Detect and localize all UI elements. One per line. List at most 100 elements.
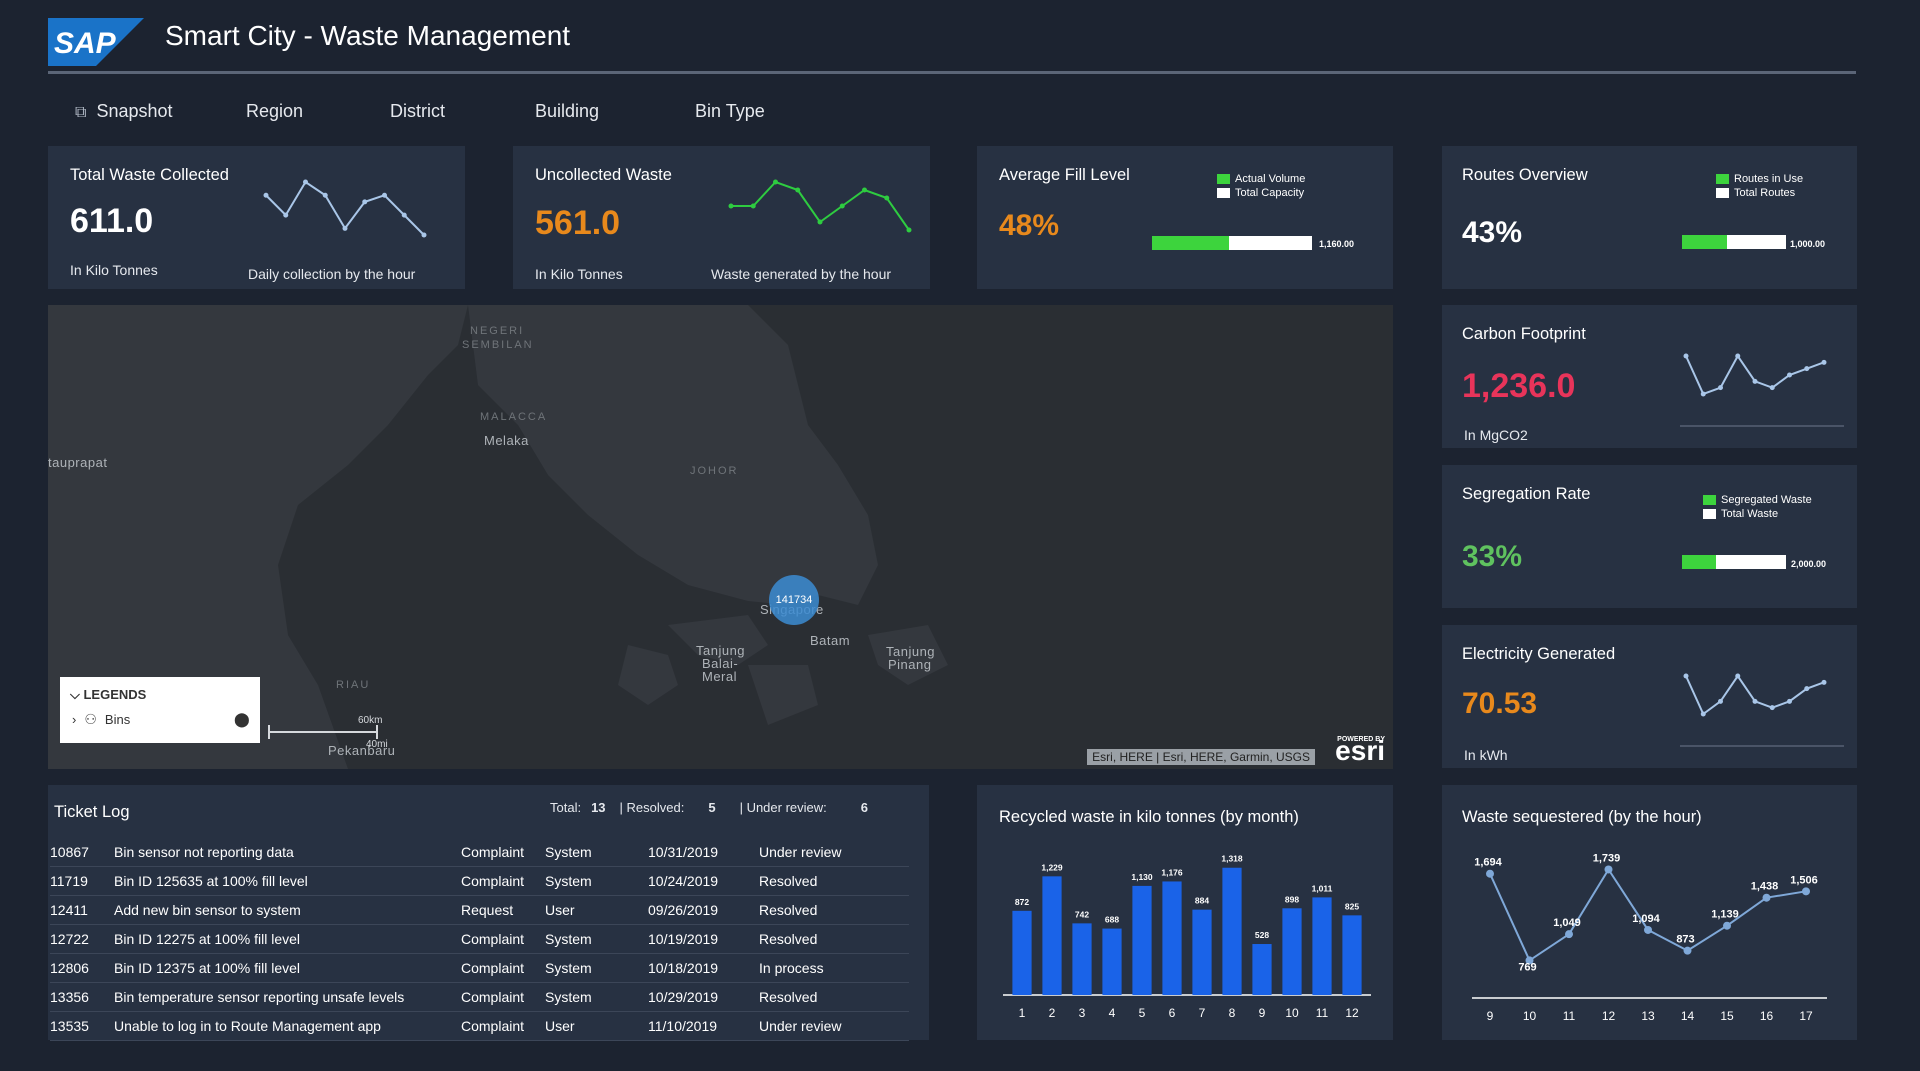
data-point[interactable] [1762, 893, 1771, 902]
segregation-rate-tile[interactable]: Segregation Rate 33% Segregated Waste To… [1442, 465, 1857, 608]
bar[interactable] [1192, 909, 1212, 995]
map-view[interactable]: NEGERI SEMBILAN MALACCA Melaka tauprapat… [48, 305, 1393, 769]
data-point[interactable] [1644, 925, 1652, 934]
header-divider [48, 71, 1856, 74]
bar[interactable] [1102, 928, 1122, 995]
sparkline-point [1804, 366, 1810, 372]
x-tick-label: 17 [1799, 1009, 1813, 1023]
ticket-description: Bin temperature sensor reporting unsafe … [114, 982, 461, 1012]
chevron-down-icon: ⌵ [70, 687, 80, 702]
table-row[interactable]: 11719 Bin ID 125635 at 100% fill level Com… [50, 866, 909, 896]
electricity-unit: In kWh [1464, 747, 1508, 763]
bar[interactable] [1282, 908, 1302, 995]
ticket-type: Complaint [461, 838, 545, 867]
ticket-type: Complaint [461, 866, 545, 896]
legend-header[interactable]: ⌵ LEGENDS [70, 687, 146, 703]
routes-max: 1,000.00 [1790, 239, 1826, 249]
data-point[interactable] [1723, 921, 1731, 930]
sparkline-point [1718, 385, 1723, 391]
map-attribution[interactable]: Esri, HERE | Esri, HERE, Garmin, USGS [1087, 749, 1315, 765]
bar-value-label: 825 [1345, 901, 1359, 911]
bins-symbol-icon: ⬤ [234, 711, 250, 727]
ticket-description: Add new bin sensor to system [114, 895, 461, 925]
electricity-baseline [1680, 745, 1844, 747]
fill-level-tile[interactable]: Average Fill Level 48% Actual Volume Tot… [977, 146, 1393, 289]
recycled-waste-chart-panel: Recycled waste in kilo tonnes (by month)… [977, 785, 1393, 1040]
map-label: Melaka [484, 433, 529, 448]
electricity-generated-tile[interactable]: Electricity Generated 70.53 In kWh [1442, 625, 1857, 768]
tab-bin-type[interactable]: Bin Type [695, 101, 765, 122]
tile-title: Total Waste Collected [70, 166, 229, 184]
ticket-summary: Total: 13 | Resolved: 5 | Under review: … [550, 800, 868, 815]
total-waste-tile[interactable]: Total Waste Collected 611.0 In Kilo Tonn… [48, 146, 465, 289]
data-point[interactable] [1565, 930, 1573, 939]
tab-building[interactable]: Building [535, 101, 599, 122]
sparkline-point [773, 179, 778, 185]
uncollected-waste-tile[interactable]: Uncollected Waste 561.0 In Kilo Tonnes W… [513, 146, 930, 289]
x-tick-label: 15 [1720, 1009, 1734, 1023]
total-waste-value: 611.0 [70, 202, 154, 240]
data-point[interactable] [1486, 869, 1494, 878]
sparkline-point [1769, 705, 1775, 711]
tile-title: Uncollected Waste [535, 166, 672, 184]
bar[interactable] [1072, 923, 1092, 995]
map-label: Meral [702, 669, 738, 684]
bar[interactable] [1222, 867, 1242, 995]
table-row[interactable]: 13535 Unable to log in to Route Managemen… [50, 1011, 909, 1041]
table-row[interactable]: 10867 Bin sensor not reporting data Compla… [50, 838, 909, 867]
map-label: MALACCA [480, 411, 548, 423]
data-point[interactable] [1802, 887, 1810, 896]
recycled-bar-chart[interactable]: 87211,2292742368841,13051,176688471,3188… [977, 845, 1393, 1035]
legend-item-label: Bins [104, 712, 131, 727]
data-point[interactable] [1604, 865, 1613, 874]
tab-district[interactable]: District [390, 101, 445, 122]
legend-swatch-actual [1217, 174, 1230, 184]
tab-label: District [390, 101, 445, 121]
tile-title: Average Fill Level [999, 166, 1130, 184]
sparkline-point [382, 192, 387, 198]
x-tick-label: 12 [1602, 1009, 1616, 1023]
table-row[interactable]: 12411 Add new bin sensor to system Request… [50, 895, 909, 925]
segregation-value: 33% [1462, 540, 1523, 573]
data-point[interactable] [1683, 946, 1692, 955]
map-label: SEMBILAN [462, 339, 534, 351]
x-tick-label: 11 [1563, 1009, 1576, 1023]
app-title: Smart City - Waste Management [165, 20, 571, 51]
tab-region[interactable]: Region [246, 101, 303, 122]
carbon-footprint-tile[interactable]: Carbon Footprint 1,236.0 In MgCO2 [1442, 305, 1857, 448]
sparkline-point [817, 219, 823, 225]
routes-overview-tile[interactable]: Routes Overview 43% Routes in Use Total … [1442, 146, 1857, 289]
x-tick-label: 7 [1199, 1006, 1206, 1020]
bar[interactable] [1012, 910, 1032, 995]
table-row[interactable]: 12722 Bin ID 12275 at 100% fill level Comp… [50, 924, 909, 954]
total-waste-caption: Daily collection by the hour [248, 266, 416, 282]
bar[interactable] [1312, 897, 1332, 995]
fill-level-bar [1152, 236, 1312, 250]
sparkline-point [1821, 359, 1827, 365]
sparkline-point [862, 187, 867, 193]
ticket-id: 12722 [50, 924, 114, 954]
tab-snapshot[interactable]: ⧉ Snapshot [75, 101, 173, 122]
sequestered-line-chart[interactable]: 1,694 9 769 10 1,049 11 1,739 12 1,094 13 873 14 1,1… [1442, 835, 1857, 1035]
legend-label: Total Routes [1734, 187, 1796, 199]
legend-item-bins[interactable]: › ⚇ Bins [72, 711, 130, 728]
total-waste-unit: In Kilo Tonnes [70, 262, 158, 278]
bar[interactable] [1252, 944, 1272, 995]
bar[interactable] [1132, 885, 1152, 995]
x-tick-label: 6 [1169, 1006, 1176, 1020]
table-row[interactable]: 13356 Bin temperature sensor reporting un… [50, 982, 909, 1012]
sparkline-point [362, 199, 368, 205]
bar[interactable] [1162, 881, 1182, 995]
chevron-right-icon: › [72, 712, 77, 727]
legend-swatch-total [1716, 188, 1729, 198]
bin-cluster-marker[interactable]: 141734 [769, 575, 819, 625]
x-tick-label: 2 [1049, 1006, 1056, 1020]
point-value-label: 873 [1676, 934, 1694, 946]
bar[interactable] [1342, 915, 1362, 995]
ticket-log-title: Ticket Log [54, 803, 130, 821]
electricity-value: 70.53 [1462, 687, 1538, 720]
bar-value-label: 1,011 [1312, 883, 1333, 893]
table-row[interactable]: 12806 Bin ID 12375 at 100% fill level Comp… [50, 953, 909, 983]
bar[interactable] [1042, 876, 1062, 995]
point-value-label: 1,094 [1632, 913, 1660, 925]
